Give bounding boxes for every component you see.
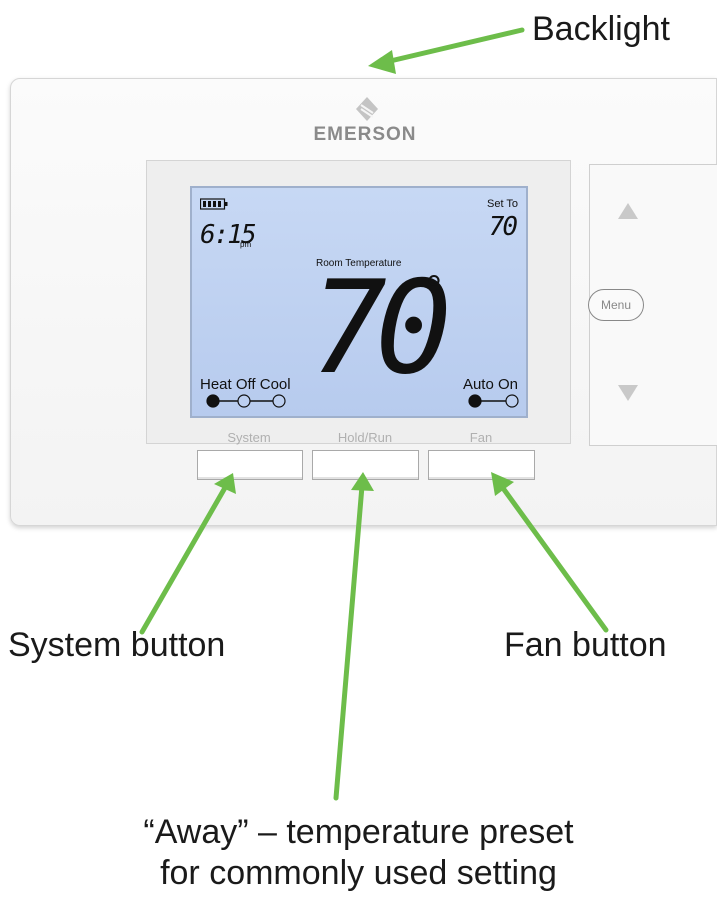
fan-mode-slider <box>468 394 519 408</box>
system-button-callout: System button <box>8 626 226 664</box>
system-mode-slider <box>206 394 286 408</box>
lcd-display: 6:15 pm Set To 70 Room Temperature 70 ° … <box>190 186 528 418</box>
clock-ampm: pm <box>240 240 252 249</box>
set-to-label: Set To <box>487 198 518 210</box>
up-arrow-icon[interactable] <box>616 200 640 222</box>
backlight-arrow <box>383 27 525 65</box>
menu-button[interactable]: Menu <box>588 289 644 321</box>
brand-name: EMERSON <box>313 124 417 145</box>
away-callout-line-1: “Away” – temperature preset <box>143 813 574 851</box>
fan-button-callout: Fan button <box>504 626 667 664</box>
slider-knob-icon <box>206 394 220 408</box>
setpoint-value: 70 <box>488 212 518 242</box>
degree-symbol: ° <box>426 268 442 312</box>
fan-mode-labels: Auto On <box>462 376 518 393</box>
away-arrow <box>333 483 365 801</box>
hold-run-button-label: Hold/Run <box>337 430 393 445</box>
backlight-callout: Backlight <box>532 10 670 48</box>
slider-knob-icon <box>468 394 482 408</box>
battery-icon <box>200 198 228 210</box>
fan-button-label: Fan <box>469 430 493 445</box>
away-callout-line-2: for commonly used setting <box>160 854 557 893</box>
system-button-label: System <box>227 430 271 445</box>
down-arrow-icon[interactable] <box>616 382 640 404</box>
system-button[interactable] <box>197 450 303 480</box>
system-mode-labels: Heat Off Cool <box>200 376 291 393</box>
fan-button[interactable] <box>428 450 535 480</box>
backlight-arrowhead <box>368 50 396 74</box>
hold-run-button[interactable] <box>312 450 419 480</box>
room-temperature-value: 70 <box>310 254 452 403</box>
away-callout: “Away” – temperature preset for commonly… <box>0 812 717 895</box>
emerson-logo-icon <box>356 97 378 121</box>
